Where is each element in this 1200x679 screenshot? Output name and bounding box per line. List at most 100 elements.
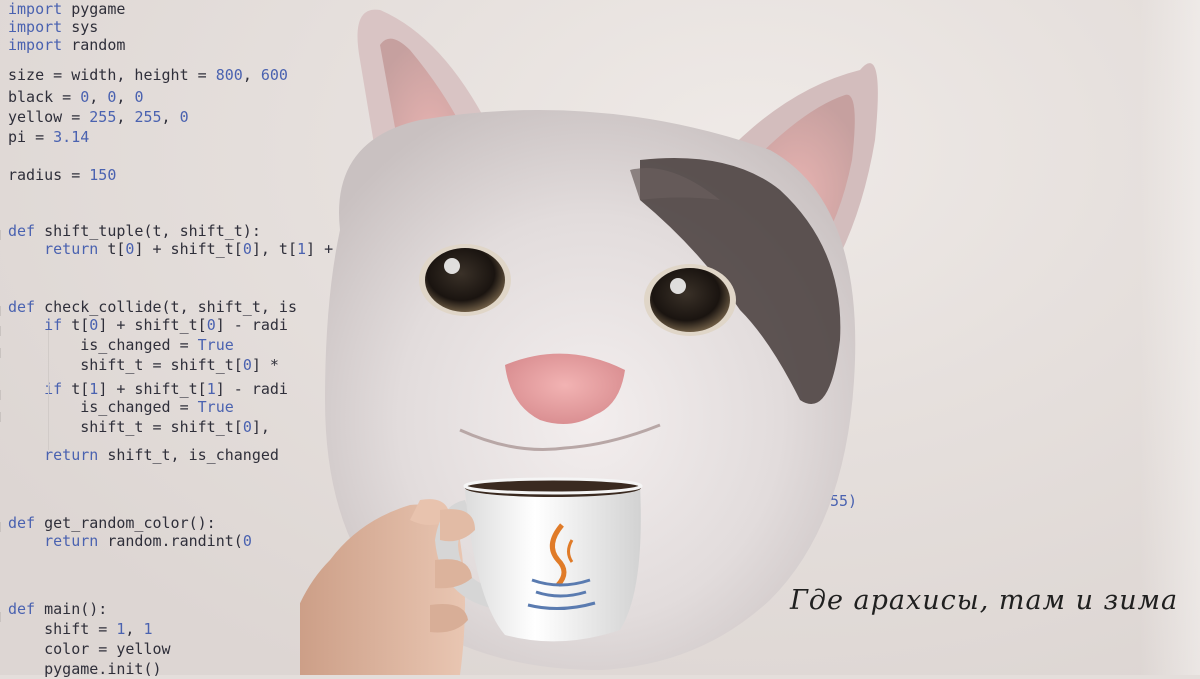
code-token: 600 (260, 66, 288, 84)
cat-illustration (280, 9, 878, 675)
code-line: pi = 3.14 (8, 128, 89, 146)
code-token: pygame (62, 0, 126, 18)
code-token: main(): (35, 600, 108, 618)
code-token: shift = (8, 620, 117, 638)
code-token: , (161, 108, 180, 126)
code-line: if t[0] + shift_t[0] - radi (8, 316, 288, 334)
code-token: is_changed = (8, 398, 198, 416)
code-line: is_changed = True (8, 398, 234, 416)
code-token: size = width, height = (8, 66, 216, 84)
code-token: pi = (8, 128, 54, 146)
code-token: 255 (89, 108, 117, 126)
code-token: shift_t = shift_t[ (8, 418, 243, 436)
code-token: random.randint( (98, 532, 243, 550)
code-line: import random (8, 36, 125, 54)
cat-photo (280, 0, 900, 675)
code-token: t[ (62, 380, 90, 398)
code-token: def (8, 222, 36, 240)
code-line: size = width, height = 800, 600 (8, 66, 288, 84)
code-token: if (44, 380, 63, 398)
code-line: is_changed = True (8, 336, 234, 354)
code-line: color = yellow (8, 640, 171, 658)
code-line: import sys (8, 18, 98, 36)
code-token: def (8, 514, 36, 532)
code-token: ] + shift_t[ (98, 316, 207, 334)
code-token: is_changed = (8, 336, 198, 354)
indent-guide (48, 400, 49, 450)
code-token: 0 (80, 88, 90, 106)
code-token: True (197, 336, 234, 354)
code-token: return (44, 446, 99, 464)
code-line: def shift_tuple(t, shift_t): (8, 222, 261, 240)
code-token: yellow = (8, 108, 90, 126)
code-token: color = yellow (8, 640, 171, 658)
code-line: radius = 150 (8, 166, 116, 184)
code-token: import (8, 0, 63, 18)
code-token: get_random_color(): (35, 514, 216, 532)
right-eye (650, 268, 730, 332)
code-token: 0 (242, 356, 252, 374)
code-token: pygame.init() (8, 660, 162, 678)
code-token: , (242, 66, 261, 84)
code-token: 0 (242, 418, 252, 436)
code-token: , (116, 88, 135, 106)
fold-marker (0, 326, 7, 336)
code-line: return t[0] + shift_t[0], t[1] + (8, 240, 333, 258)
left-eye (425, 248, 505, 312)
fold-marker (0, 612, 7, 622)
code-token: def (8, 600, 36, 618)
code-token: import (8, 18, 63, 36)
code-token: 255 (134, 108, 162, 126)
code-token: 800 (215, 66, 243, 84)
code-token: 0 (242, 240, 252, 258)
code-token: 0 (89, 316, 99, 334)
code-token: shift_tuple(t, shift_t): (35, 222, 261, 240)
code-token: return (44, 532, 99, 550)
fold-marker (0, 390, 7, 400)
code-token: 1 (89, 380, 99, 398)
code-line: pygame.init() (8, 660, 162, 678)
code-token: ] - radi (215, 316, 288, 334)
code-line: if t[1] + shift_t[1] - radi (8, 380, 288, 398)
code-token: 0 (242, 532, 252, 550)
fold-marker (0, 306, 7, 316)
code-token: shift_t, is_changed (98, 446, 279, 464)
code-token: random (62, 36, 126, 54)
code-token: 0 (206, 316, 216, 334)
code-token: import (8, 36, 63, 54)
code-token: 0 (179, 108, 189, 126)
code-line: def main(): (8, 600, 107, 618)
code-token: , (116, 108, 135, 126)
code-line: black = 0, 0, 0 (8, 88, 143, 106)
fold-marker (0, 348, 7, 358)
code-line: shift = 1, 1 (8, 620, 153, 638)
code-token: ] + shift_t[ (134, 240, 243, 258)
code-token: ] - radi (215, 380, 288, 398)
code-token: , (125, 620, 144, 638)
code-line: import pygame (8, 0, 125, 18)
code-token: 0 (134, 88, 144, 106)
code-token: def (8, 298, 36, 316)
code-token: ], (251, 418, 270, 436)
fold-marker (0, 522, 7, 532)
code-token: check_collide(t, shift_t, is (35, 298, 297, 316)
code-line: yellow = 255, 255, 0 (8, 108, 189, 126)
code-token: True (197, 398, 234, 416)
code-token: black = (8, 88, 81, 106)
code-token: 1 (143, 620, 153, 638)
code-token: t[ (62, 316, 90, 334)
code-token: 1 (206, 380, 216, 398)
code-line: return random.randint(0 (8, 532, 252, 550)
code-token: ] * (251, 356, 279, 374)
code-token: radius = (8, 166, 90, 184)
code-token: t[ (98, 240, 126, 258)
code-token: 150 (89, 166, 117, 184)
code-token: ] + shift_t[ (98, 380, 207, 398)
code-token: if (44, 316, 63, 334)
code-token: shift_t = shift_t[ (8, 356, 243, 374)
